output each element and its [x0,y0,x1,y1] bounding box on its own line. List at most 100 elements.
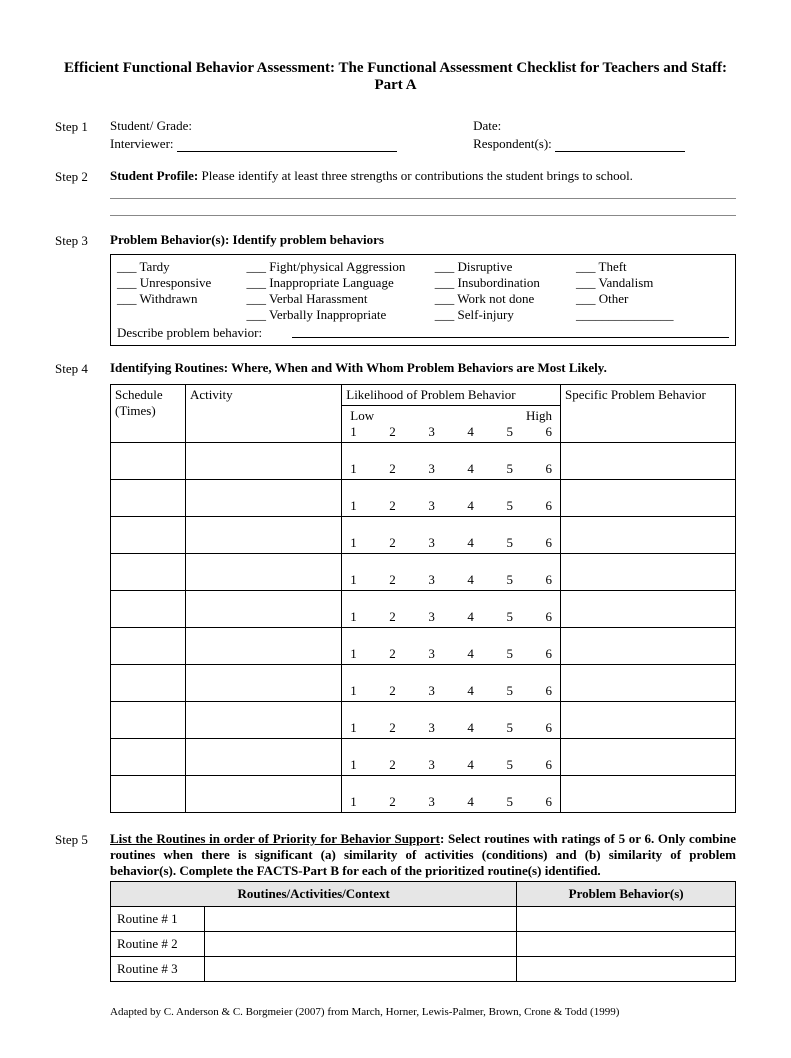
scale-5[interactable]: 5 [506,646,513,662]
specific-cell[interactable] [561,591,736,628]
scale-2[interactable]: 2 [389,683,396,699]
scale-6[interactable]: 6 [545,609,552,625]
schedule-cell[interactable] [111,776,186,813]
scale-2[interactable]: 2 [389,757,396,773]
scale-5[interactable]: 5 [506,461,513,477]
activity-cell[interactable] [186,443,342,480]
scale-3[interactable]: 3 [428,609,435,625]
profile-line-2[interactable] [110,201,736,216]
scale-3[interactable]: 3 [428,683,435,699]
routine-3-context[interactable] [204,957,517,982]
specific-cell[interactable] [561,628,736,665]
scale-5[interactable]: 5 [506,683,513,699]
scale-4[interactable]: 4 [467,572,474,588]
schedule-cell[interactable] [111,591,186,628]
scale-1[interactable]: 1 [350,683,357,699]
scale-5[interactable]: 5 [506,424,513,440]
scale-2[interactable]: 2 [389,424,396,440]
scale-4[interactable]: 4 [467,535,474,551]
respondent-input[interactable] [555,151,685,152]
check-verbal-harassment[interactable]: Verbal Harassment [246,291,434,307]
check-fight[interactable]: Fight/physical Aggression [246,259,434,275]
scale-5[interactable]: 5 [506,794,513,810]
scale-2[interactable]: 2 [389,609,396,625]
specific-cell[interactable] [561,554,736,591]
scale-6[interactable]: 6 [545,498,552,514]
scale-6[interactable]: 6 [545,720,552,736]
scale-1[interactable]: 1 [350,794,357,810]
activity-cell[interactable] [186,480,342,517]
activity-cell[interactable] [186,591,342,628]
scale-4[interactable]: 4 [467,720,474,736]
specific-cell[interactable] [561,480,736,517]
scale-6[interactable]: 6 [545,572,552,588]
check-vandalism[interactable]: Vandalism [576,275,729,291]
scale-4[interactable]: 4 [467,646,474,662]
specific-cell[interactable] [561,739,736,776]
scale-1[interactable]: 1 [350,720,357,736]
scale-3[interactable]: 3 [428,461,435,477]
interviewer-input[interactable] [177,151,397,152]
scale-6[interactable]: 6 [545,683,552,699]
describe-input[interactable] [292,325,729,338]
routine-2-context[interactable] [204,932,517,957]
scale-4[interactable]: 4 [467,424,474,440]
check-work-not-done[interactable]: Work not done [435,291,576,307]
scale-5[interactable]: 5 [506,609,513,625]
scale-1[interactable]: 1 [350,646,357,662]
specific-cell[interactable] [561,443,736,480]
scale-3[interactable]: 3 [428,572,435,588]
check-theft[interactable]: Theft [576,259,729,275]
scale-6[interactable]: 6 [545,461,552,477]
activity-cell[interactable] [186,517,342,554]
specific-cell[interactable] [561,517,736,554]
scale-1[interactable]: 1 [350,424,357,440]
scale-2[interactable]: 2 [389,572,396,588]
scale-2[interactable]: 2 [389,720,396,736]
activity-cell[interactable] [186,628,342,665]
routine-1-behavior[interactable] [517,907,736,932]
scale-2[interactable]: 2 [389,461,396,477]
check-verbally-inappropriate[interactable]: Verbally Inappropriate [246,307,434,323]
scale-6[interactable]: 6 [545,646,552,662]
scale-2[interactable]: 2 [389,794,396,810]
scale-1[interactable]: 1 [350,572,357,588]
scale-1[interactable]: 1 [350,757,357,773]
scale-3[interactable]: 3 [428,646,435,662]
specific-cell[interactable] [561,702,736,739]
scale-2[interactable]: 2 [389,535,396,551]
activity-cell[interactable] [186,665,342,702]
check-other[interactable]: Other _______________ [576,291,729,323]
scale-4[interactable]: 4 [467,683,474,699]
schedule-cell[interactable] [111,739,186,776]
schedule-cell[interactable] [111,665,186,702]
scale-4[interactable]: 4 [467,609,474,625]
activity-cell[interactable] [186,739,342,776]
specific-cell[interactable] [561,776,736,813]
routine-3-behavior[interactable] [517,957,736,982]
activity-cell[interactable] [186,702,342,739]
check-inappropriate-language[interactable]: Inappropriate Language [246,275,434,291]
scale-6[interactable]: 6 [545,424,552,440]
scale-3[interactable]: 3 [428,720,435,736]
schedule-cell[interactable] [111,554,186,591]
scale-2[interactable]: 2 [389,498,396,514]
scale-3[interactable]: 3 [428,424,435,440]
check-disruptive[interactable]: Disruptive [435,259,576,275]
scale-4[interactable]: 4 [467,461,474,477]
routine-2-behavior[interactable] [517,932,736,957]
scale-6[interactable]: 6 [545,757,552,773]
scale-1[interactable]: 1 [350,609,357,625]
routine-1-context[interactable] [204,907,517,932]
scale-3[interactable]: 3 [428,794,435,810]
scale-5[interactable]: 5 [506,498,513,514]
scale-1[interactable]: 1 [350,461,357,477]
scale-4[interactable]: 4 [467,757,474,773]
scale-5[interactable]: 5 [506,757,513,773]
check-unresponsive[interactable]: Unresponsive [117,275,246,291]
scale-3[interactable]: 3 [428,757,435,773]
scale-6[interactable]: 6 [545,794,552,810]
check-self-injury[interactable]: Self-injury [435,307,576,323]
check-insubordination[interactable]: Insubordination [435,275,576,291]
activity-cell[interactable] [186,554,342,591]
